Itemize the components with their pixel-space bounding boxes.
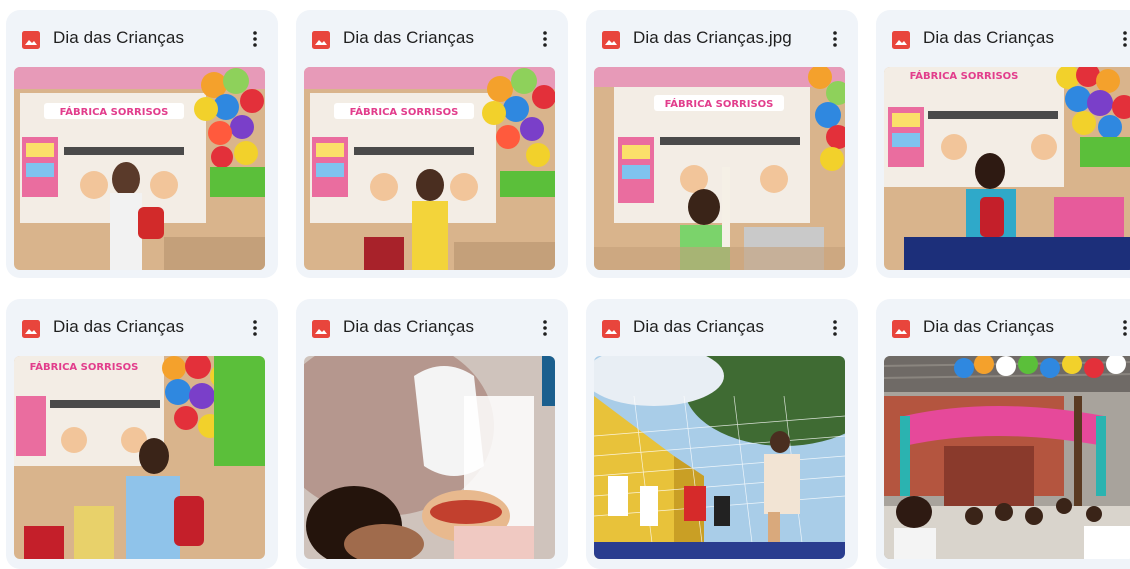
file-card-header: Dia das Crianças.jpg <box>586 10 858 66</box>
file-thumbnail[interactable] <box>884 356 1130 559</box>
more-options-button[interactable] <box>1110 24 1130 54</box>
file-name: Dia das Crianças <box>343 28 475 47</box>
file-thumbnail[interactable] <box>594 356 845 559</box>
file-name: Dia das Crianças <box>633 317 765 336</box>
more-options-button[interactable] <box>530 313 560 343</box>
file-thumbnail[interactable]: FÁBRICA SORRISOS <box>304 67 555 270</box>
banner-text: FÁBRICA SORRISOS <box>910 69 1019 82</box>
file-name: Dia das Crianças <box>343 317 475 336</box>
file-name: Dia das Crianças <box>923 317 1055 336</box>
file-card[interactable]: Dia das Crianças <box>876 299 1130 569</box>
image-file-icon <box>602 31 620 49</box>
file-card-header: Dia das Crianças <box>6 299 278 355</box>
file-name: Dia das Crianças <box>53 28 185 47</box>
file-card-header: Dia das Crianças <box>586 299 858 355</box>
file-name: Dia das Crianças <box>53 317 185 336</box>
image-file-icon <box>892 31 910 49</box>
more-options-button[interactable] <box>240 24 270 54</box>
more-vert-icon <box>1123 320 1127 336</box>
file-grid: Dia das Crianças FÁBRICA SORRISOS Dia da… <box>0 0 1130 569</box>
image-file-icon <box>892 320 910 338</box>
more-vert-icon <box>543 320 547 336</box>
more-vert-icon <box>253 320 257 336</box>
more-vert-icon <box>253 31 257 47</box>
file-card[interactable]: Dia das Crianças FÁBRICA SORRISOS <box>296 10 568 278</box>
thumbnail-image: FÁBRICA SORRISOS <box>594 67 845 270</box>
file-card[interactable]: Dia das Crianças.jpg FÁBRICA SORRISOS <box>586 10 858 278</box>
thumbnail-image: FÁBRICA SORRISOS <box>14 67 265 270</box>
banner-text: FÁBRICA SORRISOS <box>60 105 169 118</box>
file-card-header: Dia das Crianças <box>296 10 568 66</box>
image-file-icon <box>312 31 330 49</box>
file-thumbnail[interactable] <box>304 356 555 559</box>
file-thumbnail[interactable]: FÁBRICA SORRISOS <box>14 356 265 559</box>
file-card-header: Dia das Crianças <box>296 299 568 355</box>
file-name: Dia das Crianças.jpg <box>633 28 792 47</box>
thumbnail-image <box>594 356 845 559</box>
thumbnail-image: FÁBRICA SORRISOS <box>304 67 555 270</box>
file-card-header: Dia das Crianças <box>876 10 1130 66</box>
thumbnail-image: FÁBRICA SORRISOS <box>884 67 1130 270</box>
thumbnail-image: FÁBRICA SORRISOS <box>14 356 265 559</box>
file-card[interactable]: Dia das Crianças FÁBRICA SORRISOS <box>6 10 278 278</box>
more-vert-icon <box>1123 31 1127 47</box>
file-thumbnail[interactable]: FÁBRICA SORRISOS <box>884 67 1130 270</box>
more-vert-icon <box>833 31 837 47</box>
image-file-icon <box>602 320 620 338</box>
more-options-button[interactable] <box>240 313 270 343</box>
image-file-icon <box>22 320 40 338</box>
file-card[interactable]: Dia das Crianças FÁBRICA SORRISOS <box>6 299 278 569</box>
file-card[interactable]: Dia das Crianças FÁBRICA SORRISOS <box>876 10 1130 278</box>
file-thumbnail[interactable]: FÁBRICA SORRISOS <box>594 67 845 270</box>
banner-text: FÁBRICA SORRISOS <box>350 105 459 118</box>
image-file-icon <box>312 320 330 338</box>
file-card-header: Dia das Crianças <box>876 299 1130 355</box>
banner-text: FÁBRICA SORRISOS <box>30 360 139 373</box>
file-card-header: Dia das Crianças <box>6 10 278 66</box>
file-card[interactable]: Dia das Crianças <box>296 299 568 569</box>
more-options-button[interactable] <box>530 24 560 54</box>
thumbnail-image <box>304 356 555 559</box>
file-card[interactable]: Dia das Crianças <box>586 299 858 569</box>
more-options-button[interactable] <box>820 24 850 54</box>
image-file-icon <box>22 31 40 49</box>
banner-text: FÁBRICA SORRISOS <box>665 97 774 110</box>
file-name: Dia das Crianças <box>923 28 1055 47</box>
more-options-button[interactable] <box>820 313 850 343</box>
more-vert-icon <box>833 320 837 336</box>
thumbnail-image <box>884 356 1130 559</box>
more-vert-icon <box>543 31 547 47</box>
more-options-button[interactable] <box>1110 313 1130 343</box>
file-thumbnail[interactable]: FÁBRICA SORRISOS <box>14 67 265 270</box>
